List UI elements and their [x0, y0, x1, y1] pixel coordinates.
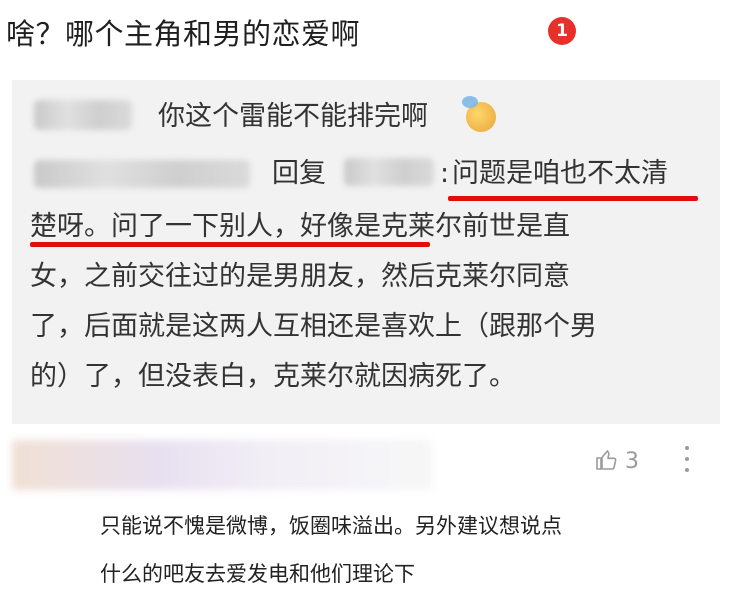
more-options-icon[interactable]: [684, 446, 690, 476]
blurred-username-3: [344, 158, 434, 186]
reply-colon: :: [440, 158, 450, 189]
top-line-text: 啥？哪个主角和男的恋爱啊: [6, 17, 361, 51]
quote-line-4: 女，之前交往过的是男朋友，然后克莱尔同意: [30, 261, 570, 292]
reply-label: 回复: [272, 158, 326, 189]
notification-badge[interactable]: 1: [548, 17, 576, 45]
blurred-commenter: [12, 440, 432, 490]
emoji-icon: [462, 96, 496, 132]
comment-text-line-1: 只能说不愧是微博，饭圈味溢出。另外建议想说点: [100, 514, 562, 538]
thumbs-up-icon: [596, 450, 617, 470]
quote-line-3: 楚呀。问了一下别人，好像是克莱尔前世是直: [30, 211, 570, 242]
quote-line-5: 了，后面就是这两人互相还是喜欢上（跟那个男: [30, 311, 597, 342]
quote-line-6: 的）了，但没表白，克莱尔就因病死了。: [30, 361, 516, 392]
blurred-username-1: [34, 100, 132, 130]
quote-line-1: 你这个雷能不能排完啊: [158, 101, 428, 132]
like-count: 3: [625, 449, 639, 474]
like-button[interactable]: 3: [594, 442, 639, 482]
quote-line-2: 问题是咱也不太清: [452, 158, 668, 189]
highlight-underline-2: [30, 242, 430, 247]
comment-text-line-2: 什么的吧友去爱发电和他们理论下: [100, 562, 415, 586]
highlight-underline-1: [448, 196, 698, 201]
comment-header: 3: [12, 440, 720, 500]
blurred-username-2: [34, 160, 250, 188]
